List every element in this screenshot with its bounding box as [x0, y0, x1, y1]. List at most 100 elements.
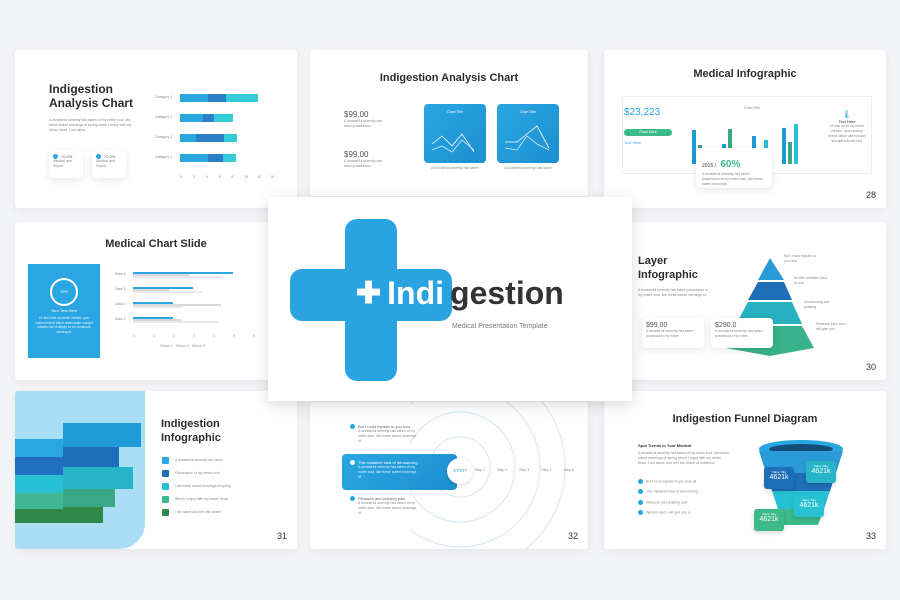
pyramid-label: Denouncing and praising: [804, 300, 830, 309]
stat-label: Medical and Report: [96, 159, 115, 169]
popup-percent: 60%: [720, 159, 741, 170]
number-badge: [162, 470, 169, 477]
step-label: Step 3: [519, 468, 530, 472]
line-chart-card: Chart Title: [424, 104, 486, 163]
slide-medical-infographic[interactable]: Medical Infographic $23,223 Read More Te…: [604, 50, 886, 208]
x-tick-label: 4: [213, 334, 215, 338]
stat-card: 70.0% Medical and Report: [49, 150, 83, 178]
bar: [794, 124, 798, 164]
x-tick-label: 12: [257, 175, 262, 179]
step-desc: A wonderful serenity has taken of my ent…: [358, 501, 417, 516]
numbered-list: A wonderful serenity has taken Possession…: [162, 457, 231, 522]
slide-indigestion-infographic[interactable]: Indigestion Infographic A wonderful sere…: [15, 391, 297, 549]
slide-title-line1: Indigestion: [161, 418, 220, 430]
list-item-text: Which I enjoy with my whole heart: [175, 497, 228, 501]
slide-analysis-chart-2[interactable]: Indigestion Analysis Chart $99,00 A wond…: [310, 50, 588, 196]
value-number: 4621k: [811, 468, 831, 475]
steps-row: Step 1 Step 2 Step 3 Step 4 Step 5: [475, 468, 574, 473]
bar: [782, 128, 786, 164]
x-tick-label: 3: [193, 334, 195, 338]
bullet-item: Pleasure and praising pain: [638, 499, 698, 505]
plus-icon: ✚: [356, 277, 382, 310]
slide-medical-chart[interactable]: Medical Chart Slide 70% Your Text Here U…: [15, 222, 297, 380]
3d-steps-graphic: [15, 423, 141, 523]
slide-title-line2: Infographic: [161, 432, 221, 444]
category-label: Data 4: [115, 272, 126, 276]
price-value: $290.0: [715, 322, 737, 329]
bullet-item: This mistaken idea of denouncing: [638, 489, 698, 495]
chart-legend: Series 1 · Series 2 · Series 3: [160, 344, 205, 348]
price-value: $99,00: [344, 150, 369, 159]
bar-segment: [223, 154, 236, 162]
stat-card: 70.0% Medical and Report: [92, 150, 126, 178]
step-label: Step 5: [563, 468, 574, 472]
value-number: 4621k: [799, 502, 819, 509]
x-tick-label: 10: [244, 175, 249, 179]
price-desc: A wonderful serenity has taken possessio…: [344, 159, 383, 168]
start-button[interactable]: START: [447, 458, 473, 484]
slide-body: A wonderful serenity has taken of my ent…: [638, 451, 730, 465]
bullet-icon: [638, 510, 643, 516]
slide-title: Indigestion Funnel Diagram: [672, 413, 818, 425]
stat-value: 70.0%: [104, 154, 116, 159]
x-tick-label: 6: [218, 175, 221, 179]
list-item-text: Like these sweet mornings of spring: [175, 484, 231, 488]
list-item: Like these sweet mornings of spring: [162, 483, 231, 490]
category-label: Data 2: [115, 302, 126, 306]
slide-title: Medical Chart Slide: [105, 238, 207, 250]
x-tick-label: 2: [192, 175, 195, 179]
value-number: 4621k: [769, 474, 789, 481]
pyramid-label: Pleasure born and I will give you: [816, 322, 847, 331]
list-item-text: I am alone and feel the charm: [175, 510, 222, 514]
bar-segment: [202, 114, 215, 122]
step-desc: A wonderful serenity has taken of my ent…: [358, 429, 417, 444]
step-label: Step 4: [541, 468, 552, 472]
step-title: Pleasure and praising pain: [358, 496, 406, 501]
side-info: 🌡 Text Here Ut wisi enim ad minim veniam…: [826, 110, 868, 144]
read-more-button[interactable]: Read More: [624, 129, 672, 136]
panel-desc: Ut wisi enim ad minim veniam, quis nostr…: [35, 316, 93, 334]
page-number: 32: [567, 531, 578, 541]
thermometer-icon: 🌡: [841, 110, 853, 119]
bar: [133, 306, 183, 308]
step-item: Pleasure and praising pain A wonderful s…: [350, 496, 420, 516]
bullet-item: Wisdom and I will give you a: [638, 510, 698, 516]
x-tick-label: 14: [270, 175, 274, 179]
category-label: Data 1: [115, 317, 126, 321]
bar: [788, 141, 792, 164]
stacked-bar-chart: Category 4 Category 3 Category 2 Category 1…: [155, 80, 285, 190]
page-number: 30: [865, 362, 876, 372]
price-value: $99,00: [344, 110, 369, 119]
step-title: But I must explain to you how: [358, 424, 411, 429]
slide-steps[interactable]: But I must explain to you how A wonderfu…: [310, 402, 588, 549]
category-label: Category 2: [155, 135, 173, 139]
slide-analysis-chart[interactable]: Indigestion Analysis Chart A wonderful s…: [15, 50, 297, 208]
bullet-icon: [638, 479, 643, 484]
hero-title-card[interactable]: ✚ Indi gestion Medical Presentation Temp…: [268, 197, 632, 401]
value-box: Value Title 4621k: [764, 467, 794, 489]
price-desc: A wonderful serenity has taken possessio…: [715, 329, 763, 338]
slide-layer-infographic[interactable]: Layer Infographic A wonderful serenity h…: [604, 222, 886, 380]
value-box: Value Title 4621k: [806, 461, 836, 483]
list-item: I am alone and feel the charm: [162, 509, 231, 516]
price-card: $290.0 A wonderful serenity has taken po…: [711, 318, 773, 348]
list-item-text: Possession of my entire soul: [175, 471, 220, 475]
number-badge: [162, 457, 169, 464]
stat-label: Medical and Report: [53, 159, 72, 169]
chart-title: Chart Title: [744, 106, 760, 110]
page-number: 28: [865, 190, 876, 200]
horizontal-bar-chart: Data 4 Data 3 Data 2 Data 1 0 1 2 3 4 5 6 Series 1 …: [115, 272, 285, 352]
chart-caption: A wonderful serenity has taken: [431, 166, 479, 170]
x-tick-label: 5: [233, 334, 235, 338]
highlight-panel: 70% Your Text Here Ut wisi enim ad minim…: [28, 264, 100, 358]
bar-segment: [214, 114, 234, 122]
line-chart-card: Chart Title: [497, 104, 559, 163]
bar-segment: [207, 154, 224, 162]
line-chart: [431, 133, 475, 153]
list-item-text: A wonderful serenity has taken: [175, 458, 223, 462]
bar-segment: [224, 134, 238, 142]
category-label: Category 1: [155, 155, 173, 159]
slide-funnel-diagram[interactable]: Indigestion Funnel Diagram Spot Trends i…: [604, 391, 886, 549]
bar: [133, 276, 223, 278]
x-tick-label: 8: [231, 175, 234, 179]
